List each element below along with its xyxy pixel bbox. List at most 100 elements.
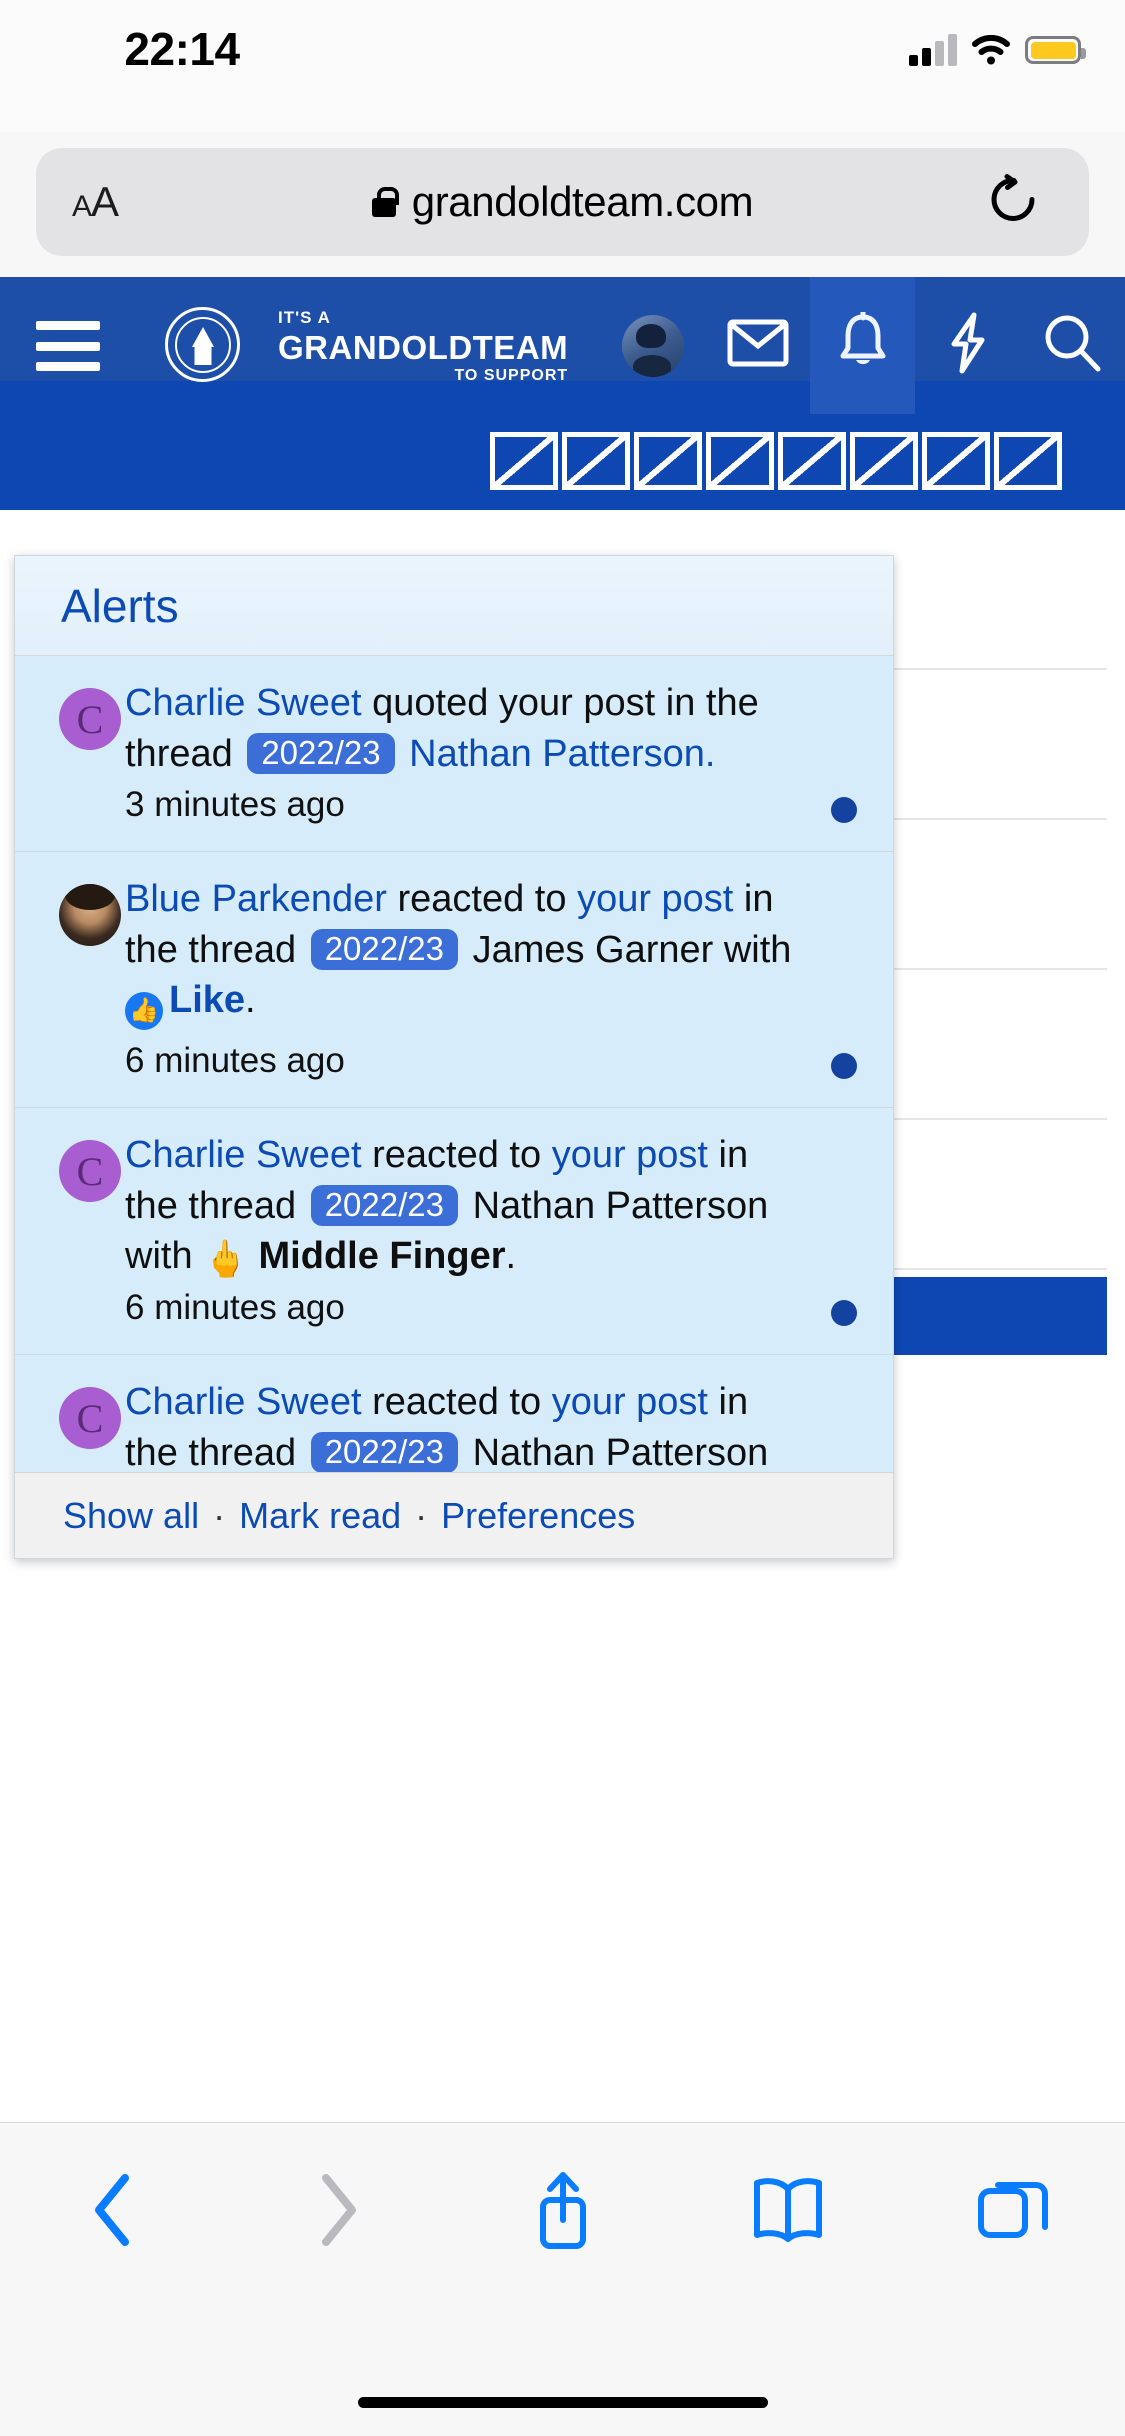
alert-user-link[interactable]: Charlie Sweet [125, 682, 362, 724]
home-indicator [357, 2397, 768, 2408]
your-post-link[interactable]: your post [577, 878, 733, 920]
thumbs-up-icon: 👍 [125, 992, 163, 1030]
alert-item[interactable]: C Charlie Sweet reacted to your post in … [15, 1108, 893, 1355]
unread-indicator-dot[interactable] [831, 797, 857, 823]
url-display[interactable]: grandoldteam.com [36, 178, 1089, 226]
nav-alerts-button[interactable] [810, 277, 915, 414]
alerts-dropdown-header: Alerts [15, 556, 893, 656]
browser-url-bar-container: AA grandoldteam.com [0, 148, 1125, 268]
alert-action-text: quoted your post in the [361, 682, 759, 724]
brand-line-2: GRANDOLDTEAM [278, 329, 569, 366]
url-text: grandoldteam.com [411, 178, 754, 225]
alert-thread-title: Nathan Patterson [472, 1185, 769, 1227]
reaction-suffix: . [505, 1235, 517, 1277]
alert-item[interactable]: Blue Parkender reacted to your post in t… [15, 852, 893, 1108]
alert-text: Charlie Sweet reacted to your post in th… [125, 1383, 863, 1472]
site-brand[interactable]: IT'S A GRANDOLDTEAM TO SUPPORT [278, 309, 568, 384]
avatar: C [59, 688, 121, 750]
book-icon [750, 2175, 826, 2250]
alert-with-word: with [125, 1235, 193, 1277]
unread-indicator-dot[interactable] [831, 1053, 857, 1079]
envelope-icon [727, 319, 789, 372]
share-icon [530, 2168, 596, 2257]
alert-user-link[interactable]: Charlie Sweet [125, 1134, 362, 1176]
alert-thread-link[interactable]: Nathan Patterson. [409, 733, 715, 775]
alert-action-text: reacted to [361, 1134, 552, 1176]
status-bar-time: 22:14 [124, 23, 240, 75]
forward-button[interactable] [225, 2147, 450, 2277]
alert-thread-title: Nathan Patterson [472, 1432, 769, 1472]
alerts-dropdown: Alerts C Charlie Sweet quoted your post … [14, 555, 894, 1559]
alert-timestamp: 6 minutes ago [125, 1041, 345, 1080]
alert-user-link[interactable]: Charlie Sweet [125, 1381, 362, 1423]
alert-text: Charlie Sweet quoted your post in the th… [125, 684, 863, 774]
avatar [59, 884, 121, 946]
alert-thread-word: the thread [125, 929, 297, 971]
web-page: IT'S A GRANDOLDTEAM TO SUPPORT Alerts C … [0, 277, 1125, 2122]
alerts-dropdown-footer: Show all · Mark read · Preferences [15, 1472, 893, 1558]
nav-inbox-button[interactable] [705, 277, 810, 414]
url-bar[interactable]: AA grandoldteam.com [36, 148, 1089, 256]
nav-avatar-button[interactable] [600, 277, 705, 414]
lock-icon [371, 187, 399, 217]
alert-in-text: in [708, 1134, 749, 1176]
hamburger-menu-icon[interactable] [36, 321, 100, 371]
nav-whats-new-button[interactable] [915, 277, 1020, 414]
mark-read-link[interactable]: Mark read [239, 1495, 401, 1537]
alert-item[interactable]: C Charlie Sweet quoted your post in the … [15, 656, 893, 852]
your-post-link[interactable]: your post [552, 1381, 708, 1423]
avatar: C [59, 1387, 121, 1449]
wifi-icon [971, 34, 1011, 65]
footer-separator: · [415, 1494, 428, 1536]
lightning-bolt-icon [944, 312, 992, 379]
nav-search-button[interactable] [1020, 277, 1125, 414]
reaction-label: Like [169, 979, 246, 1021]
reload-icon[interactable] [987, 173, 1041, 232]
tabs-button[interactable] [900, 2147, 1125, 2277]
preferences-link[interactable]: Preferences [441, 1495, 635, 1537]
alert-thread-word: the thread [125, 1185, 297, 1227]
reaction-label: Middle Finger [258, 1235, 506, 1277]
status-bar: 22:14 [0, 0, 1125, 132]
battery-icon [1025, 36, 1086, 64]
alert-thread-title: James Garner with [472, 929, 792, 971]
cellular-signal-icon [909, 34, 957, 66]
back-button[interactable] [0, 2147, 225, 2277]
bookmarks-button[interactable] [675, 2147, 900, 2277]
thread-prefix-badge[interactable]: 2022/23 [310, 1432, 458, 1472]
chevron-left-icon [87, 2172, 139, 2253]
your-post-link[interactable]: your post [552, 1134, 708, 1176]
alert-thread-word: thread [125, 733, 233, 775]
middle-finger-icon: 🖕 [203, 1238, 248, 1279]
chevron-right-icon [312, 2172, 364, 2253]
bell-icon [836, 309, 890, 379]
grandoldteam-crest-icon[interactable] [165, 307, 240, 382]
reaction-suffix: . [245, 979, 256, 1021]
tabs-icon [976, 2175, 1050, 2250]
alert-text: Charlie Sweet reacted to your post in th… [125, 1136, 863, 1277]
user-avatar-icon [621, 314, 684, 377]
unread-indicator-dot[interactable] [831, 1300, 857, 1326]
alert-timestamp: 6 minutes ago [125, 1288, 345, 1327]
alert-action-text: reacted to [361, 1381, 552, 1423]
thread-prefix-badge[interactable]: 2022/23 [247, 733, 395, 774]
alerts-title: Alerts [61, 579, 179, 632]
share-button[interactable] [450, 2147, 675, 2277]
avatar: C [59, 1140, 121, 1202]
alerts-list[interactable]: C Charlie Sweet quoted your post in the … [15, 656, 893, 1472]
status-bar-indicators [909, 28, 1086, 72]
brand-line-3: TO SUPPORT [454, 367, 569, 384]
magnifier-icon [1043, 313, 1103, 378]
alert-in-text: in [733, 878, 774, 920]
thread-prefix-badge[interactable]: 2022/23 [310, 929, 458, 970]
alert-user-link[interactable]: Blue Parkender [125, 878, 387, 920]
site-ribbon-strip [0, 414, 1125, 510]
thread-prefix-badge[interactable]: 2022/23 [310, 1185, 458, 1226]
alert-in-text: in [708, 1381, 749, 1423]
footer-separator: · [213, 1494, 226, 1536]
ribbon-envelope-pattern [490, 432, 1062, 490]
show-all-link[interactable]: Show all [63, 1495, 199, 1537]
alert-text: Blue Parkender reacted to your post in t… [125, 880, 863, 1030]
brand-line-1: IT'S A [278, 308, 331, 327]
alert-item[interactable]: C Charlie Sweet reacted to your post in … [15, 1355, 893, 1472]
